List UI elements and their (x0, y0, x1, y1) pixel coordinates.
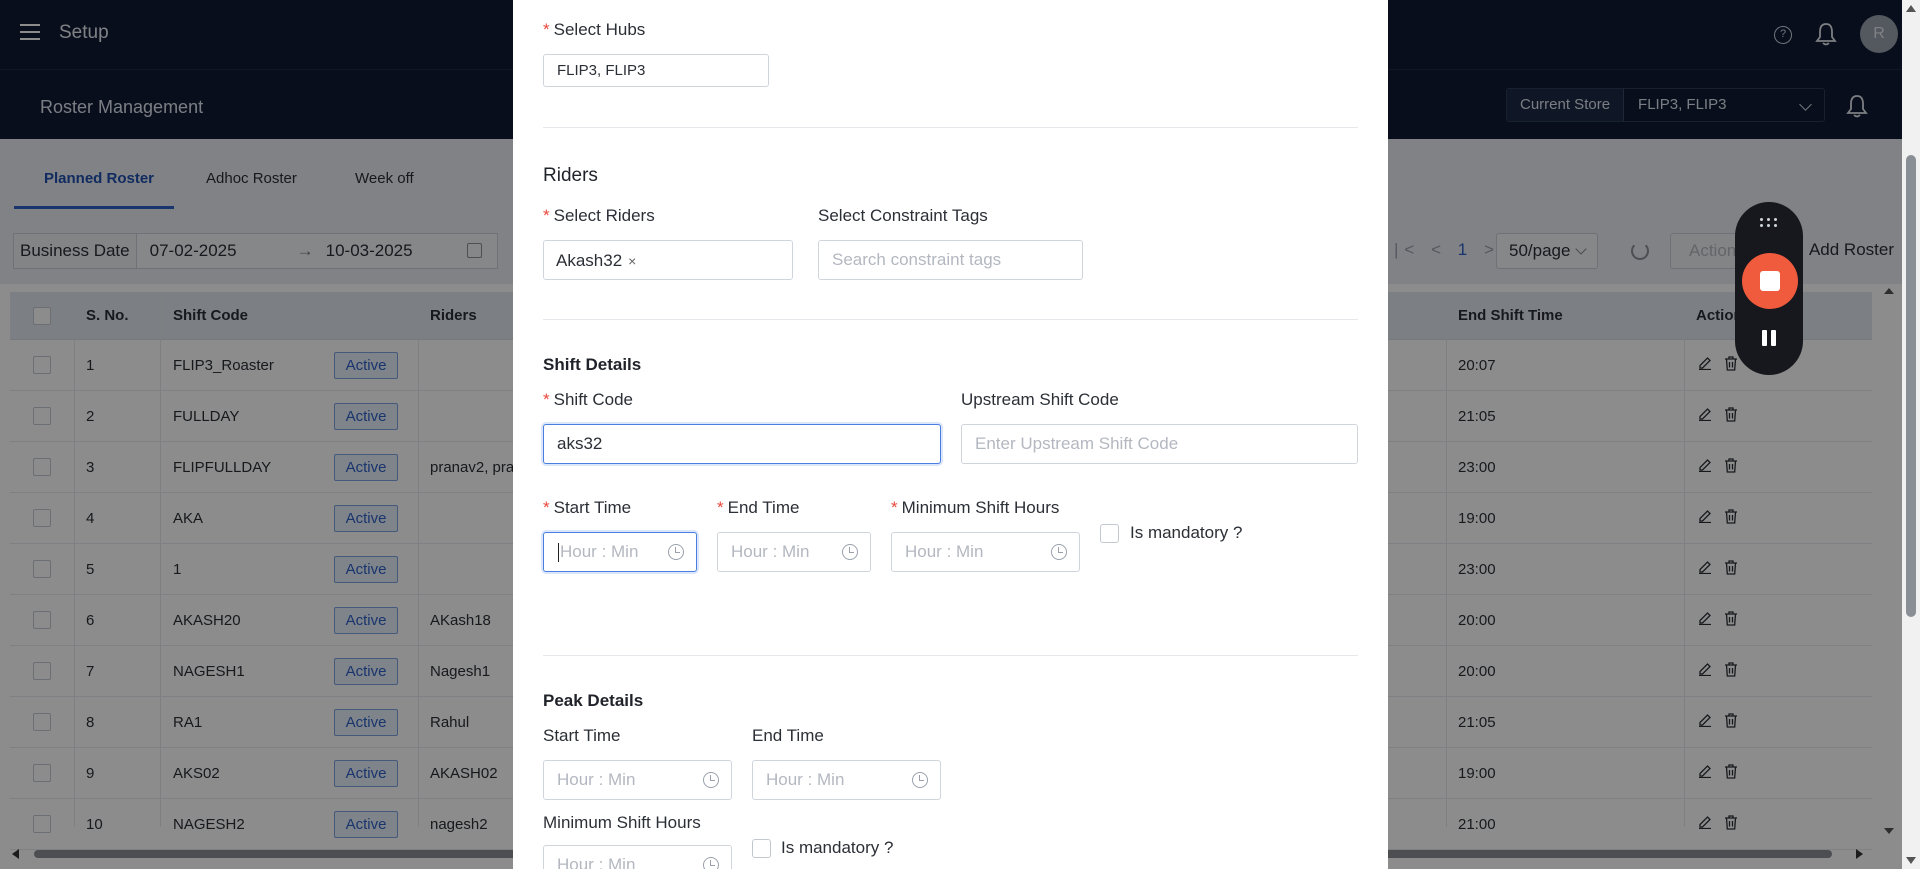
scroll-up-arrow-icon[interactable] (1906, 5, 1916, 12)
constraint-tags-label: Select Constraint Tags (818, 206, 988, 225)
close-icon[interactable]: × (628, 253, 636, 269)
shift-code-input[interactable]: aks32 (543, 424, 941, 464)
peak-minimum-shift-hours-picker[interactable]: Hour : Min (543, 845, 732, 869)
add-roster-modal: * Select Hubs FLIP3, FLIP3 Riders * Select… (513, 0, 1388, 869)
peak-end-time-label: End Time (752, 726, 824, 745)
rider-tag: Akash32 × (556, 248, 636, 273)
riders-section-title: Riders (543, 165, 598, 186)
screen-recorder-widget (1735, 202, 1803, 375)
section-divider (543, 655, 1358, 656)
clock-icon (703, 772, 719, 788)
clock-icon (842, 544, 858, 560)
page-scrollbar-thumb[interactable] (1906, 155, 1916, 617)
minimum-shift-hours-label: * Minimum Shift Hours (891, 498, 1060, 517)
peak-start-time-picker[interactable]: Hour : Min (543, 760, 732, 800)
riders-select[interactable]: Akash32 × (543, 240, 793, 280)
drag-handle-icon[interactable] (1760, 218, 1778, 228)
peak-details-title: Peak Details (543, 691, 644, 710)
end-time-placeholder: Hour : Min (731, 542, 810, 561)
shift-mandatory-checkbox[interactable] (1100, 524, 1119, 543)
minimum-shift-hours-picker[interactable]: Hour : Min (891, 532, 1080, 572)
peak-mandatory-checkbox[interactable] (752, 839, 771, 858)
page-vertical-scrollbar[interactable] (1902, 0, 1920, 869)
select-riders-label: * Select Riders (543, 206, 655, 225)
peak-start-time-label: Start Time (543, 726, 621, 745)
shift-code-label: * Shift Code (543, 390, 634, 409)
rider-tag-label: Akash32 (556, 251, 623, 270)
section-divider (543, 319, 1358, 320)
text-cursor (558, 543, 559, 562)
start-time-placeholder: Hour : Min (560, 542, 639, 561)
peak-end-time-picker[interactable]: Hour : Min (752, 760, 941, 800)
clock-icon (1051, 544, 1067, 560)
stop-recording-button[interactable] (1742, 253, 1798, 309)
clock-icon (668, 544, 684, 560)
start-time-label: * Start Time (543, 498, 632, 517)
start-time-picker[interactable]: Hour : Min (543, 532, 697, 572)
hubs-field[interactable]: FLIP3, FLIP3 (543, 54, 769, 87)
shift-mandatory-label: Is mandatory ? (1130, 523, 1243, 542)
upstream-shift-code-input[interactable]: Enter Upstream Shift Code (961, 424, 1358, 464)
peak-end-time-placeholder: Hour : Min (766, 770, 845, 789)
peak-minimum-shift-hours-label: Minimum Shift Hours (543, 813, 701, 832)
section-divider (543, 127, 1358, 128)
select-hubs-label: * Select Hubs (543, 20, 646, 39)
pause-icon[interactable] (1762, 330, 1776, 346)
peak-minimum-shift-hours-placeholder: Hour : Min (557, 855, 636, 869)
end-time-picker[interactable]: Hour : Min (717, 532, 871, 572)
minimum-shift-hours-placeholder: Hour : Min (905, 542, 984, 561)
peak-mandatory-label: Is mandatory ? (781, 838, 894, 857)
upstream-shift-code-label: Upstream Shift Code (961, 390, 1119, 409)
shift-details-title: Shift Details (543, 355, 642, 374)
clock-icon (912, 772, 928, 788)
peak-start-time-placeholder: Hour : Min (557, 770, 636, 789)
end-time-label: * End Time (717, 498, 800, 517)
scroll-down-arrow-icon[interactable] (1906, 857, 1916, 864)
constraint-tags-input[interactable]: Search constraint tags (818, 240, 1083, 280)
clock-icon (703, 857, 719, 869)
